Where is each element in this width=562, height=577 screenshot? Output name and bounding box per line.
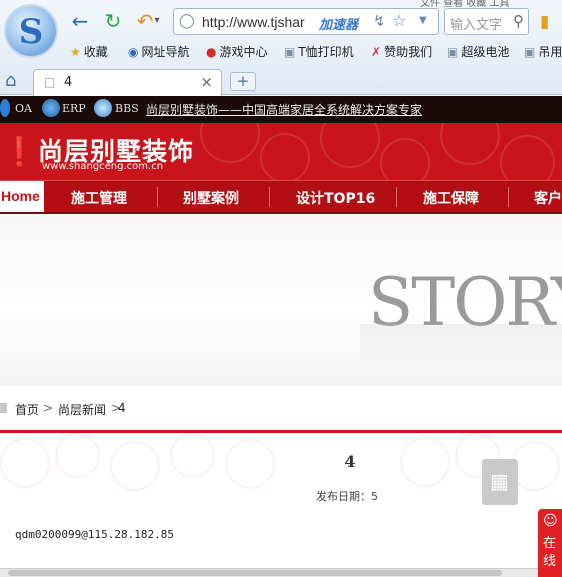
qr-code-button[interactable]: ▦ bbox=[482, 459, 518, 505]
search-icon[interactable]: ⚲ bbox=[513, 12, 524, 30]
back-arrow-icon[interactable]: ← bbox=[68, 10, 92, 32]
breadcrumb-current: 4 bbox=[118, 401, 126, 415]
favorite-star-icon[interactable]: ☆ bbox=[392, 11, 406, 30]
bookmark-label: T恤打印机 bbox=[298, 45, 354, 59]
browser-logo[interactable]: S bbox=[4, 4, 58, 58]
search-input[interactable]: 输入文字 bbox=[450, 14, 502, 33]
close-icon[interactable]: × bbox=[200, 73, 213, 91]
decor-swirl bbox=[55, 433, 100, 478]
nav-divider bbox=[508, 187, 509, 207]
erp-globe-icon bbox=[42, 99, 60, 117]
online-label: 在线 bbox=[543, 536, 557, 569]
bookmark-label: 吊用 bbox=[538, 45, 562, 59]
main-nav: Home 施工管理 别墅案例 设计TOP16 施工保障 客户 bbox=[0, 180, 562, 214]
banner-reflection bbox=[360, 324, 562, 364]
article-header-pattern bbox=[0, 433, 562, 493]
decor-swirl bbox=[400, 437, 450, 487]
user-icon: ☺ bbox=[543, 513, 558, 529]
decor-swirl bbox=[380, 138, 430, 180]
tab-bar: ⌂ □ 4 × + bbox=[0, 68, 562, 96]
decor-swirl bbox=[500, 135, 555, 180]
nav-divider bbox=[157, 187, 158, 207]
bookmark-label: 超级电池 bbox=[461, 45, 510, 59]
chevron-right-icon: > bbox=[43, 401, 54, 415]
tab-current[interactable]: □ 4 × bbox=[33, 69, 222, 96]
horizontal-scrollbar[interactable] bbox=[0, 568, 538, 577]
search-box[interactable]: 输入文字 ⚲ bbox=[444, 8, 529, 35]
accelerator-button[interactable]: 加速器 bbox=[319, 14, 358, 33]
folder-icon: ▣ bbox=[447, 45, 459, 59]
nav-item-guarantee[interactable]: 施工保障 bbox=[423, 188, 479, 208]
online-service-button[interactable]: ☺ 在线 bbox=[538, 509, 562, 577]
brand-logo-icon[interactable]: ❗ bbox=[2, 135, 37, 168]
oa-link[interactable]: OA bbox=[15, 102, 32, 115]
erp-link[interactable]: ERP bbox=[62, 102, 86, 115]
site-slogan[interactable]: 尚层别墅装饰——中国高端家居全系统解决方案专家 bbox=[146, 101, 422, 118]
decor-swirl bbox=[225, 439, 275, 489]
new-tab-button[interactable]: + bbox=[230, 72, 256, 91]
sponsor-icon: ✗ bbox=[371, 45, 382, 59]
article-body: qdm0200099@115.28.182.85 bbox=[15, 528, 174, 541]
bookmark-label: 网址导航 bbox=[141, 45, 190, 59]
bookmark-label: 收藏 bbox=[83, 45, 108, 59]
address-bar[interactable]: ◯ http://www.tjshar 加速器 ↯ ☆ ▼ bbox=[173, 8, 439, 35]
refresh-icon[interactable]: ↻ bbox=[101, 10, 125, 32]
nav-divider bbox=[396, 187, 397, 207]
star-icon: ★ bbox=[70, 45, 81, 59]
site-top-bar: OA ERP BBS 尚层别墅装饰——中国高端家居全系统解决方案专家 bbox=[0, 96, 562, 123]
game-icon: ● bbox=[206, 45, 217, 59]
nav-item-customer[interactable]: 客户 bbox=[534, 188, 562, 208]
decor-swirl bbox=[200, 123, 260, 163]
article-title: 4 bbox=[344, 452, 356, 471]
qr-code-icon: ▦ bbox=[490, 469, 509, 493]
sogou-icon: ◉ bbox=[128, 45, 139, 59]
bookmark-item[interactable]: ▣ T恤打印机 bbox=[284, 43, 354, 60]
page-icon: □ bbox=[44, 75, 56, 89]
bookmark-item[interactable]: ● 游戏中心 bbox=[206, 43, 268, 60]
bookmark-item[interactable]: ◉ 网址导航 bbox=[128, 43, 190, 60]
address-dropdown-icon[interactable]: ▼ bbox=[419, 15, 427, 26]
breadcrumb-home[interactable]: 首页 bbox=[15, 401, 39, 418]
browser-chrome: 文件 查看 收藏 工具 S ← ↻ ↶ ▾ ◯ http://www.tjsha… bbox=[0, 0, 562, 96]
home-icon[interactable]: ⌂ bbox=[5, 70, 16, 91]
decor-swirl bbox=[110, 441, 160, 491]
bookmark-item[interactable]: ▣ 吊用 bbox=[524, 43, 562, 60]
decor-swirl bbox=[440, 123, 500, 165]
bookmark-item[interactable]: ▣ 超级电池 bbox=[447, 43, 509, 60]
decor-swirl bbox=[260, 133, 310, 180]
nav-divider bbox=[269, 187, 270, 207]
decor-swirl bbox=[170, 433, 215, 478]
bbs-icon bbox=[94, 99, 112, 117]
breadcrumb-marker-icon bbox=[0, 403, 7, 413]
url-text[interactable]: http://www.tjshar bbox=[202, 14, 305, 30]
login-icon[interactable]: ▮ bbox=[540, 12, 549, 32]
bookmark-label: 游戏中心 bbox=[219, 45, 268, 59]
banner: STORY bbox=[0, 216, 562, 386]
nav-item-design[interactable]: 设计TOP16 bbox=[296, 188, 375, 208]
browser-logo-letter: S bbox=[18, 12, 44, 52]
decor-swirl bbox=[320, 123, 380, 168]
nav-item-cases[interactable]: 别墅案例 bbox=[183, 188, 239, 208]
oa-icon bbox=[0, 99, 10, 117]
bbs-link[interactable]: BBS bbox=[115, 102, 139, 115]
folder-icon: ▣ bbox=[284, 45, 296, 59]
folder-icon: ▣ bbox=[524, 45, 536, 59]
decor-swirl bbox=[0, 438, 50, 488]
bookmark-label: 赞助我们 bbox=[384, 45, 433, 59]
article-date: 发布日期：5 bbox=[316, 490, 378, 503]
tab-title: 4 bbox=[64, 75, 73, 90]
nav-item-home[interactable]: Home bbox=[0, 181, 44, 212]
undo-dropdown-icon[interactable]: ▾ bbox=[152, 10, 162, 32]
shield-icon: ◯ bbox=[179, 13, 195, 29]
bookmark-item[interactable]: ✗ 赞助我们 bbox=[371, 43, 432, 60]
bookmark-item[interactable]: ★ 收藏 bbox=[70, 43, 108, 60]
nav-item-construction[interactable]: 施工管理 bbox=[71, 188, 127, 208]
scrollbar-thumb[interactable] bbox=[8, 570, 502, 576]
brand-url: www.shangceng.com.cn bbox=[42, 161, 164, 172]
breadcrumb-news[interactable]: 尚层新闻 bbox=[58, 401, 106, 418]
site-header: ❗ 尚层别墅装饰 www.shangceng.com.cn bbox=[0, 123, 562, 180]
lightning-icon[interactable]: ↯ bbox=[373, 12, 386, 30]
